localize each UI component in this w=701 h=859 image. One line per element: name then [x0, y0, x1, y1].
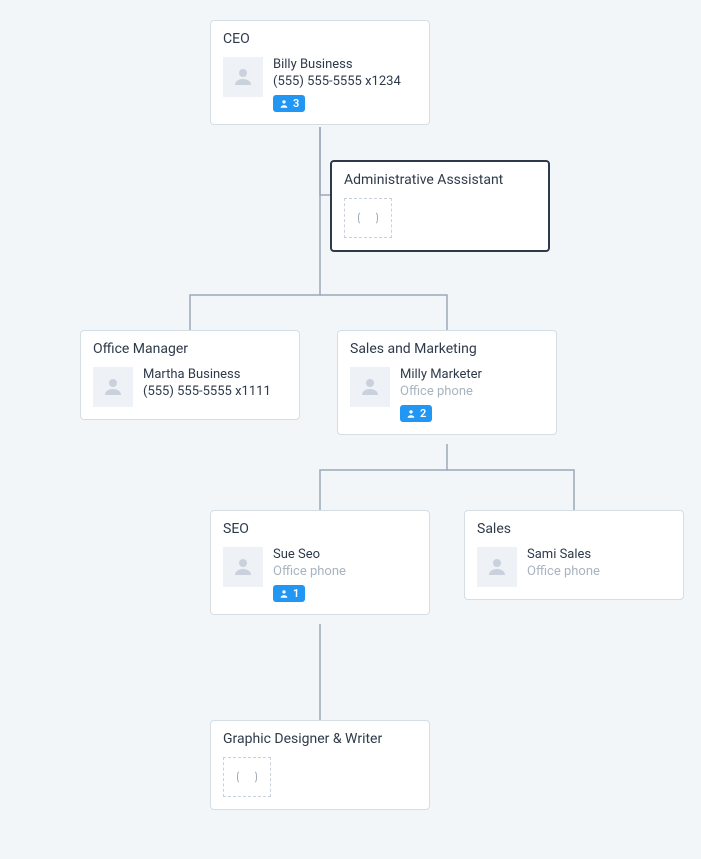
avatar-icon: [93, 367, 133, 407]
node-title: SEO: [223, 521, 417, 537]
reports-badge[interactable]: 3: [273, 95, 305, 112]
org-node-ceo[interactable]: CEO Billy Business (555) 555-5555 x1234 …: [210, 20, 430, 125]
node-title: Sales and Marketing: [350, 341, 544, 357]
node-title: Sales: [477, 521, 671, 537]
person-phone: (555) 555-5555 x1111: [143, 384, 271, 399]
person-name: Billy Business: [273, 57, 401, 72]
node-title: Administrative Asssistant: [344, 172, 536, 188]
reports-badge[interactable]: 1: [273, 585, 305, 602]
avatar-icon: [350, 367, 390, 407]
avatar-icon: [223, 57, 263, 97]
placeholder-avatar-icon: [223, 757, 271, 797]
reports-badge[interactable]: 2: [400, 405, 432, 422]
person-phone: Office phone: [400, 384, 482, 399]
org-node-graphic-designer[interactable]: Graphic Designer & Writer: [210, 720, 430, 810]
org-node-office-manager[interactable]: Office Manager Martha Business (555) 555…: [80, 330, 300, 420]
person-name: Martha Business: [143, 367, 271, 382]
person-name: Sami Sales: [527, 547, 600, 562]
org-node-seo[interactable]: SEO Sue Seo Office phone 1: [210, 510, 430, 615]
node-title: Graphic Designer & Writer: [223, 731, 417, 747]
person-phone: Office phone: [527, 564, 600, 579]
avatar-icon: [477, 547, 517, 587]
org-node-admin-assistant[interactable]: Administrative Asssistant: [330, 160, 550, 252]
placeholder-avatar-icon: [344, 198, 392, 238]
node-title: Office Manager: [93, 341, 287, 357]
org-node-sales-marketing[interactable]: Sales and Marketing Milly Marketer Offic…: [337, 330, 557, 435]
person-phone: Office phone: [273, 564, 346, 579]
person-name: Sue Seo: [273, 547, 346, 562]
avatar-icon: [223, 547, 263, 587]
person-name: Milly Marketer: [400, 367, 482, 382]
node-title: CEO: [223, 31, 417, 47]
org-node-sales[interactable]: Sales Sami Sales Office phone: [464, 510, 684, 600]
person-phone: (555) 555-5555 x1234: [273, 74, 401, 89]
